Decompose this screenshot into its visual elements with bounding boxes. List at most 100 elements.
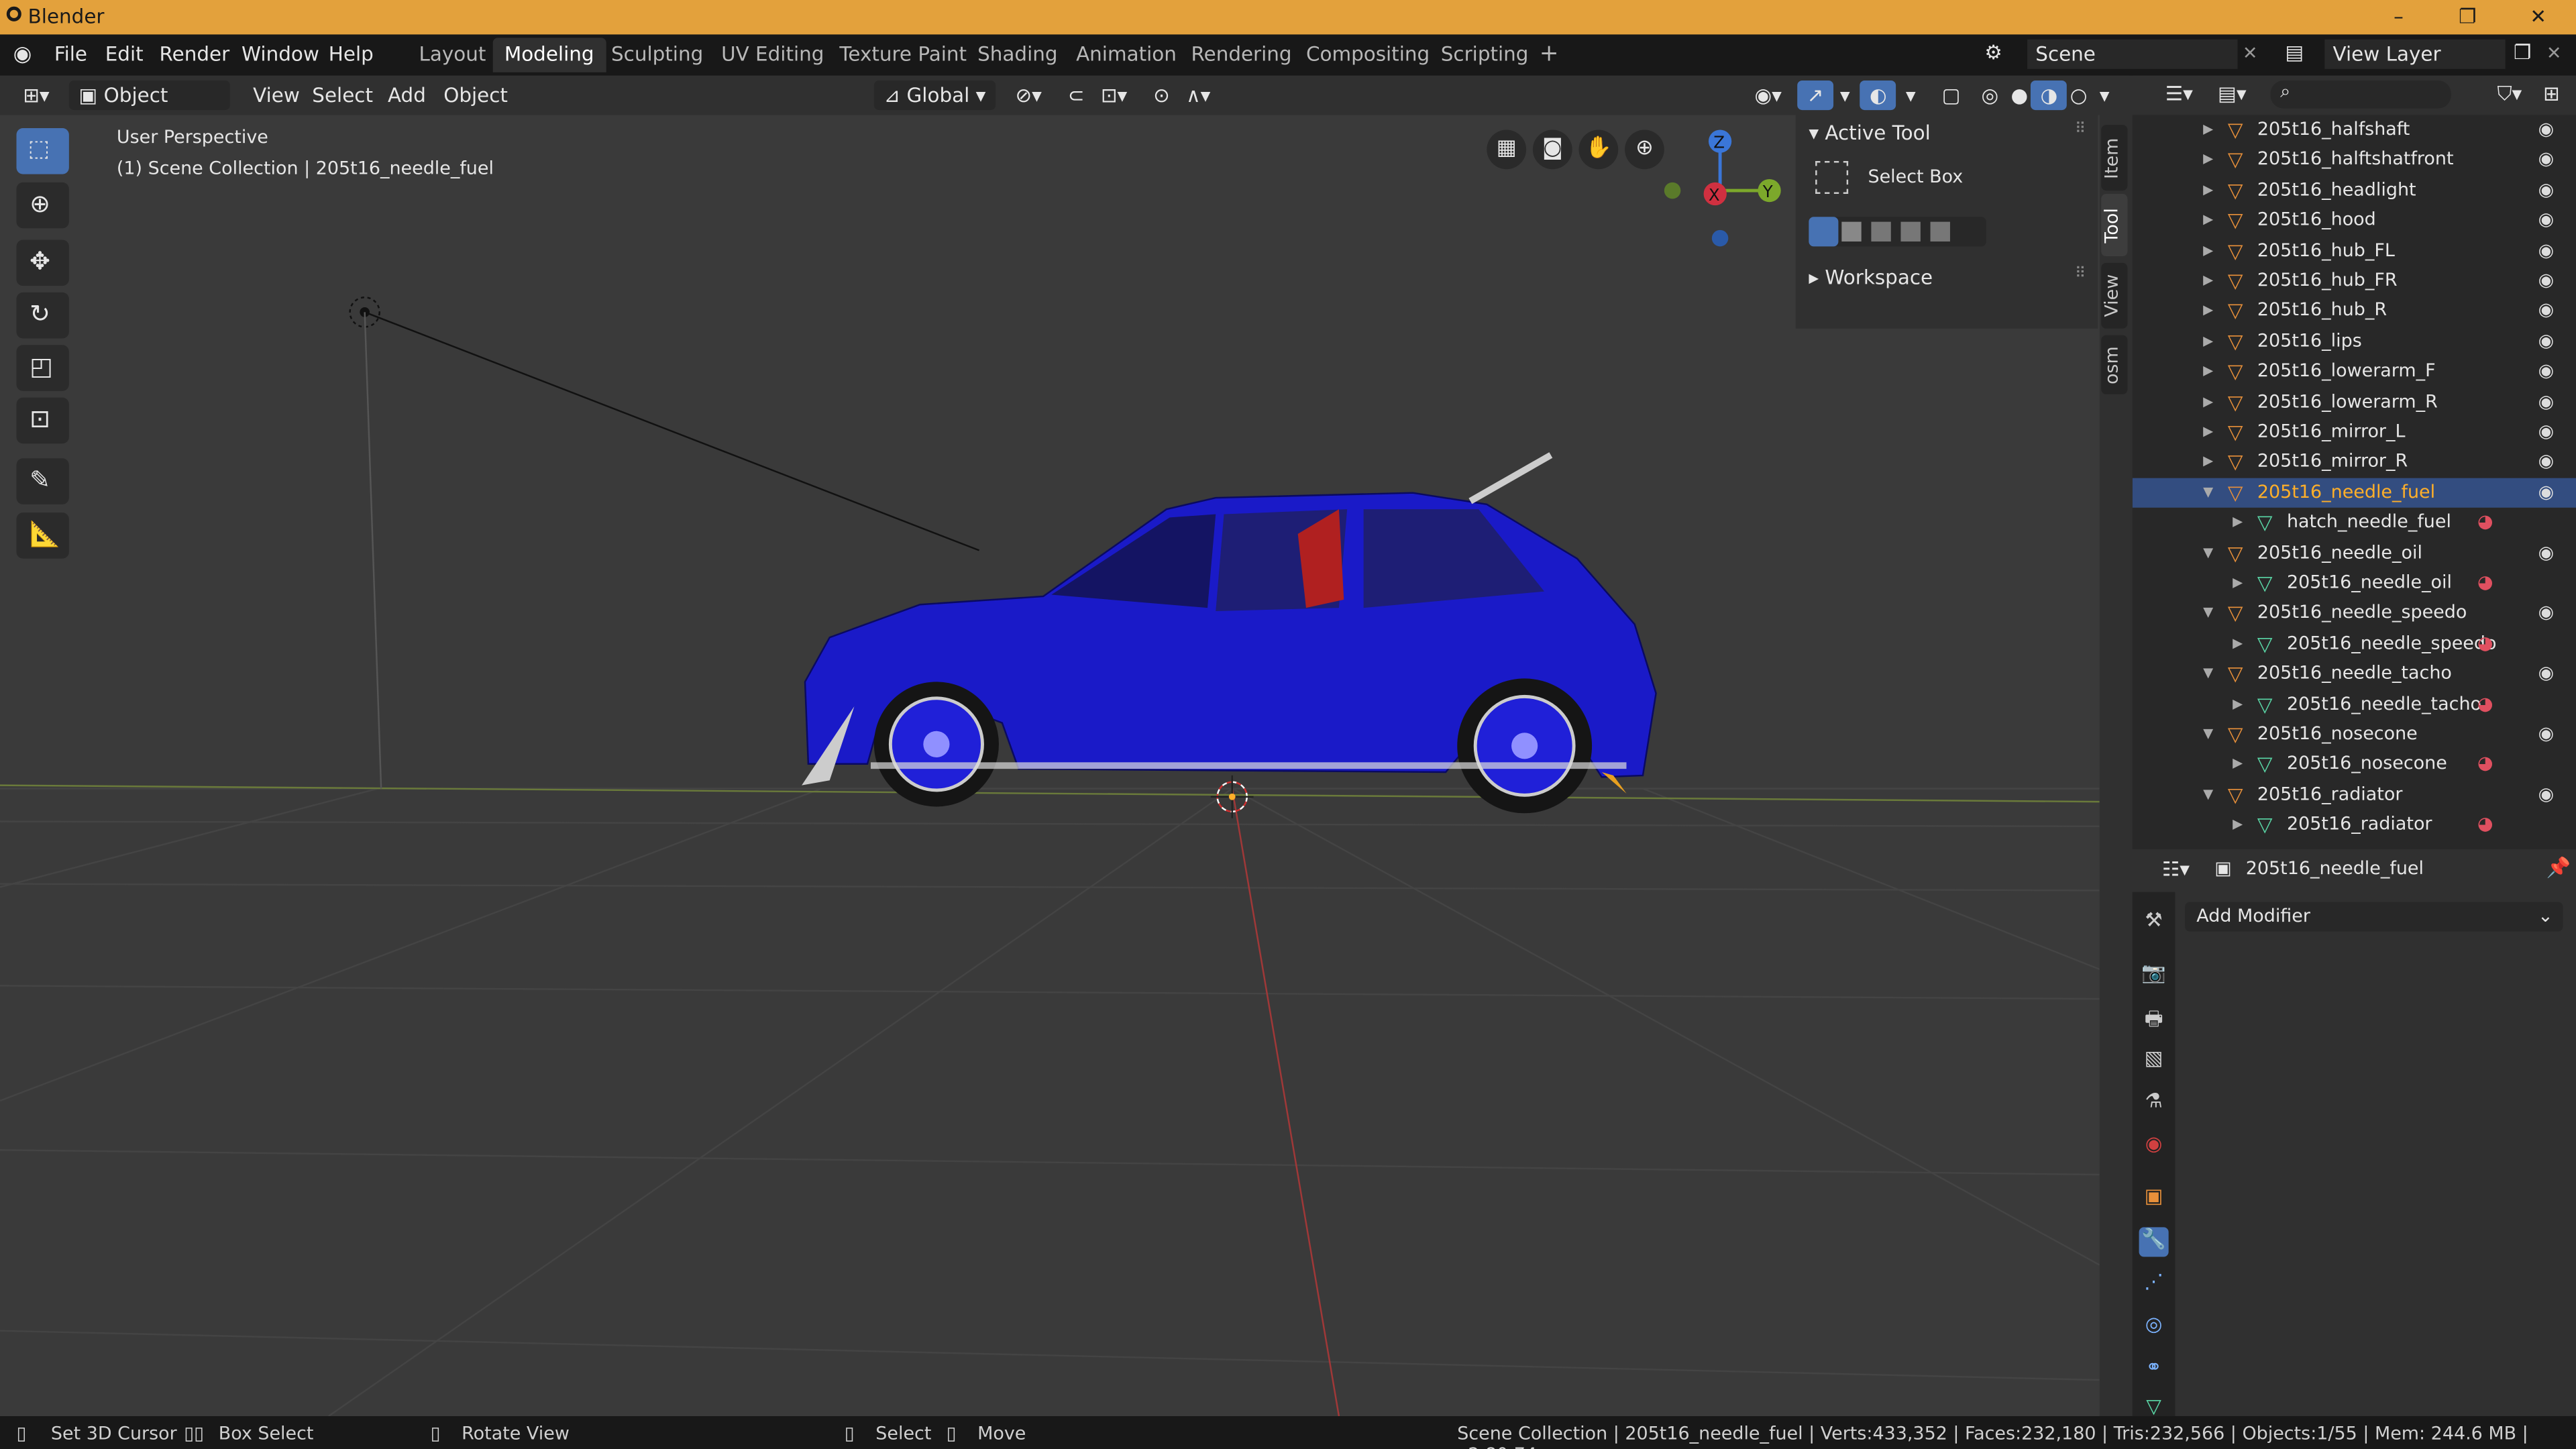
expand-arrow-icon[interactable]: ▶ [2203,206,2213,235]
select-box-tool[interactable]: ⬚ [16,128,69,174]
blender-menu-icon[interactable]: ◉ [13,43,32,68]
expand-arrow-icon[interactable]: ▶ [2203,387,2213,417]
outliner-object-row[interactable]: ▼ ▽ 205t16_radiator ◉ [2133,780,2576,810]
outliner-object-row[interactable]: ▶ ▽ 205t16_hub_FL ◉ [2133,236,2576,266]
outliner-mesh-row[interactable]: ▶ ▽ hatch_needle_fuel ◕ [2133,508,2576,537]
visibility-eye-icon[interactable]: ◉ [2538,297,2555,326]
outliner-object-row[interactable]: ▶ ▽ 205t16_hub_R ◉ [2133,297,2576,326]
tab-item[interactable]: Item [2101,125,2128,191]
visibility-eye-icon[interactable]: ◉ [2538,327,2555,356]
outliner-object-row[interactable]: ▶ ▽ 205t16_mirror_R ◉ [2133,447,2576,477]
annotate-tool[interactable]: ✎ [16,458,69,504]
view-layer-icon[interactable]: ▤ [2286,41,2304,64]
visibility-eye-icon[interactable]: ◉ [2538,417,2555,447]
scene-field[interactable]: Scene [2027,39,2238,69]
view-menu[interactable]: View [243,80,309,110]
cursor-tool[interactable]: ⊕ [16,182,69,229]
visibility-eye-icon[interactable]: ◉ [2538,538,2555,568]
outliner-mesh-row[interactable]: ▶ ▽ 205t16_nosecone ◕ [2133,750,2576,780]
visibility-eye-icon[interactable]: ◉ [2538,387,2555,417]
visibility-eye-icon[interactable]: ◉ [2538,145,2555,174]
workspace-header[interactable]: ▸ Workspace [1809,266,1933,289]
mode-new-icon[interactable] [1809,217,1839,247]
scene-browse-icon[interactable]: ⚙ [1984,41,2002,64]
view-layer-close-icon[interactable]: ✕ [2546,43,2562,64]
filter-icon[interactable]: ⛉▾ [2497,82,2522,107]
tab-modeling[interactable]: Modeling [492,38,606,72]
visibility-eye-icon[interactable]: ◉ [2538,176,2555,205]
expand-arrow-icon[interactable]: ▼ [2203,478,2213,507]
minimize-button[interactable]: – [2366,0,2432,34]
properties-editor-type-icon[interactable]: ☷▾ [2162,857,2190,880]
overlay-dropdown-icon[interactable]: ▾ [1896,80,1925,110]
tab-compositing[interactable]: Compositing [1295,38,1441,72]
expand-arrow-icon[interactable]: ▶ [2233,629,2243,658]
menu-render[interactable]: Render [160,43,230,66]
expand-arrow-icon[interactable]: ▼ [2203,720,2213,749]
toggle-camera-view-grid-icon[interactable]: ▦ [1487,129,1527,170]
outliner-object-row[interactable]: ▼ ▽ 205t16_needle_speedo ◉ [2133,598,2576,628]
expand-arrow-icon[interactable]: ▶ [2233,750,2243,780]
outliner-object-row[interactable]: ▼ ▽ 205t16_nosecone ◉ [2133,720,2576,749]
3d-cursor-icon[interactable] [1210,775,1254,818]
workspace-drag-handle-icon[interactable]: ⠿ [2075,266,2086,282]
scene-icon[interactable]: ⚗ [2139,1089,2169,1119]
select-menu[interactable]: Select [303,80,383,110]
expand-arrow-icon[interactable]: ▶ [2203,236,2213,266]
expand-arrow-icon[interactable]: ▶ [2233,810,2243,840]
menu-edit[interactable]: Edit [105,43,144,66]
gizmo-toggle-icon[interactable]: ↗ [1797,80,1834,111]
add-modifier-dropdown[interactable]: Add Modifier ⌄ [2185,902,2563,932]
camera-view-icon[interactable]: ◙ [1532,129,1572,170]
restore-button[interactable]: ❐ [2434,0,2500,34]
pan-hand-icon[interactable]: ✋ [1578,129,1619,170]
outliner-object-row[interactable]: ▶ ▽ 205t16_hood ◉ [2133,206,2576,235]
expand-arrow-icon[interactable]: ▶ [2203,417,2213,447]
visibility-eye-icon[interactable]: ◉ [2538,447,2555,477]
visibility-eye-icon[interactable]: ◉ [2538,659,2555,689]
menu-file[interactable]: File [54,43,87,66]
scene-close-icon[interactable]: ✕ [2243,43,2258,64]
visibility-eye-icon[interactable]: ◉ [2538,357,2555,386]
expand-arrow-icon[interactable]: ▶ [2203,176,2213,205]
mode-extend-icon[interactable] [1841,221,1862,242]
outliner-mesh-row[interactable]: ▶ ▽ 205t16_needle_oil ◕ [2133,568,2576,598]
add-workspace-icon[interactable]: + [1528,38,1570,72]
editor-type-icon[interactable]: ⊞▾ [13,80,60,110]
expand-arrow-icon[interactable]: ▶ [2233,690,2243,719]
outliner-object-row[interactable]: ▶ ▽ 205t16_hub_FR ◉ [2133,266,2576,296]
outliner-object-row[interactable]: ▶ ▽ 205t16_halfshaft ◉ [2133,115,2576,144]
outliner-object-row[interactable]: ▶ ▽ 205t16_lips ◉ [2133,327,2576,356]
visibility-eye-icon[interactable]: ◉ [2538,598,2555,628]
navigation-gizmo[interactable]: Z Y X [1651,125,1799,264]
visibility-eye-icon[interactable]: ◉ [2538,780,2555,810]
close-button[interactable]: ✕ [2506,0,2571,34]
xray-icon[interactable]: ▢ [1932,80,1970,110]
proportional-edit-icon[interactable]: ⊙ [1143,80,1179,110]
visibility-eye-icon[interactable]: ◉ [2538,236,2555,266]
new-collection-icon[interactable]: ⊞ [2543,82,2560,105]
expand-arrow-icon[interactable]: ▶ [2203,297,2213,326]
scale-tool[interactable]: ◰ [16,345,69,391]
pin-icon[interactable]: 📌 [2546,856,2571,879]
outliner-mesh-row[interactable]: ▶ ▽ 205t16_radiator ◕ [2133,810,2576,840]
tab-tool[interactable]: Tool [2101,193,2128,257]
visibility-eye-icon[interactable]: ◉ [2538,720,2555,749]
gizmo-dropdown-icon[interactable]: ▾ [1830,80,1860,110]
falloff-icon[interactable]: ∧▾ [1176,80,1220,110]
new-view-layer-icon[interactable]: ❐ [2514,41,2531,64]
expand-arrow-icon[interactable]: ▶ [2203,145,2213,174]
display-mode-icon[interactable]: ▤▾ [2218,82,2247,105]
expand-arrow-icon[interactable]: ▶ [2203,266,2213,296]
outliner-object-row[interactable]: ▼ ▽ 205t16_needle_fuel ◉ [2132,478,2576,508]
snap-icon[interactable]: ⊂ [1058,80,1094,110]
tab-rendering[interactable]: Rendering [1179,38,1303,72]
visibility-eye-icon[interactable]: ◉ [2538,206,2555,235]
outliner-object-row[interactable]: ▶ ▽ 205t16_halftshatfront ◉ [2133,145,2576,174]
visibility-eye-icon[interactable]: ◉ [2538,478,2555,507]
tab-uv-editing[interactable]: UV Editing [710,38,836,72]
mode-intersect-icon[interactable] [1930,221,1950,242]
world-icon[interactable]: ◉ [2139,1132,2169,1161]
3d-viewport[interactable]: User Perspective (1) Scene Collection | … [0,115,2100,1417]
outliner-mesh-row[interactable]: ▶ ▽ 205t16_needle_speedo ◕ [2133,629,2576,658]
